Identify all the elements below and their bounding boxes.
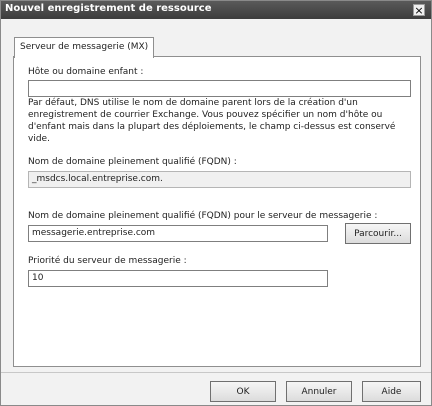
host-label: Hôte ou domaine enfant : <box>28 67 144 77</box>
footer-divider <box>1 372 431 373</box>
priority-input[interactable]: 10 <box>28 270 328 287</box>
ok-button[interactable]: OK <box>210 381 276 402</box>
mail-server-label: Nom de domaine pleinement qualifié (FQDN… <box>28 211 378 221</box>
fqdn-field: _msdcs.local.entreprise.com. <box>28 171 411 188</box>
fqdn-label: Nom de domaine pleinement qualifié (FQDN… <box>28 157 237 167</box>
dialog-window: Nouvel enregistrement de ressource × Ser… <box>0 0 432 406</box>
close-icon[interactable]: × <box>413 4 425 17</box>
title-bar[interactable]: Nouvel enregistrement de ressource × <box>1 1 431 19</box>
browse-button[interactable]: Parcourir... <box>345 223 411 244</box>
help-button[interactable]: Aide <box>362 381 421 402</box>
dialog-title: Nouvel enregistrement de ressource <box>5 3 212 14</box>
cancel-button[interactable]: Annuler <box>286 381 352 402</box>
priority-label: Priorité du serveur de messagerie : <box>28 256 187 266</box>
mail-server-input[interactable]: messagerie.entreprise.com <box>28 225 328 242</box>
description-text: Par défaut, DNS utilise le nom de domain… <box>28 98 396 144</box>
tab-mail-server[interactable]: Serveur de messagerie (MX) <box>14 37 155 58</box>
host-input[interactable] <box>28 80 411 97</box>
